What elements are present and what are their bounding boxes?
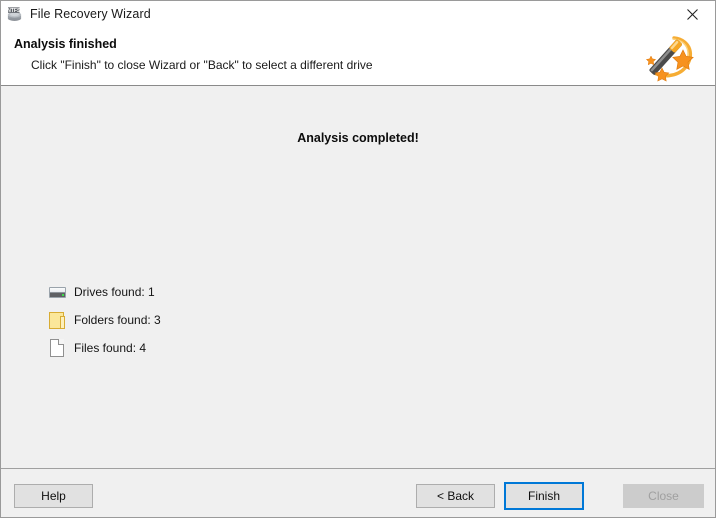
list-item: Folders found: 3 — [47, 306, 161, 333]
close-icon[interactable] — [670, 1, 715, 28]
files-found-label: Files found: 4 — [74, 340, 147, 355]
ntfs-drive-icon: NTFS — [6, 6, 23, 23]
folders-found-label: Folders found: 3 — [74, 312, 161, 327]
file-icon — [47, 337, 69, 359]
folder-icon — [47, 309, 69, 331]
results-summary-list: Drives found: 1 Folders found: 3 Files f… — [47, 278, 161, 362]
magic-wand-icon — [629, 32, 701, 84]
drives-found-label: Drives found: 1 — [74, 284, 155, 299]
drive-icon — [47, 281, 69, 303]
back-button[interactable]: < Back — [416, 484, 495, 508]
titlebar: NTFS File Recovery Wizard — [1, 1, 715, 28]
svg-text:NTFS: NTFS — [7, 8, 21, 14]
wizard-header: Analysis finished Click "Finish" to clos… — [1, 28, 715, 86]
header-title: Analysis finished — [14, 37, 117, 51]
window-title: File Recovery Wizard — [30, 7, 151, 22]
file-recovery-wizard-window: NTFS File Recovery Wizard Analysis finis… — [0, 0, 716, 518]
content-area: Analysis completed! Drives found: 1 Fold… — [1, 86, 715, 469]
help-button[interactable]: Help — [14, 484, 93, 508]
list-item: Drives found: 1 — [47, 278, 161, 305]
analysis-completed-message: Analysis completed! — [297, 131, 419, 145]
list-item: Files found: 4 — [47, 334, 161, 361]
close-button: Close — [623, 484, 704, 508]
finish-button[interactable]: Finish — [504, 482, 584, 510]
header-subtitle: Click "Finish" to close Wizard or "Back"… — [31, 58, 373, 72]
footer-button-bar: Help < Back Finish Close — [1, 469, 715, 517]
